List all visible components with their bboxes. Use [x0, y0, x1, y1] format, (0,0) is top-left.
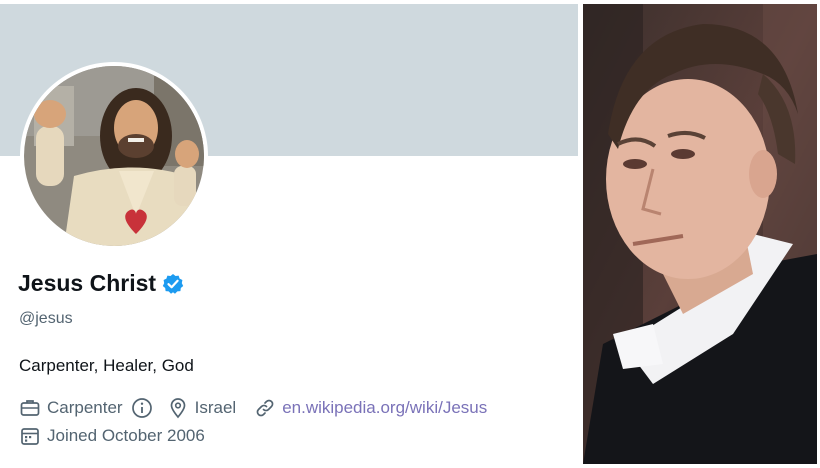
portrait-image	[583, 4, 817, 464]
occupation-item: Carpenter	[19, 397, 153, 419]
verified-badge-icon[interactable]	[162, 273, 184, 295]
website-link[interactable]: en.wikipedia.org/wiki/Jesus	[282, 398, 487, 418]
twitter-profile-panel: Jesus Christ @jesus Carpenter, Healer, G…	[0, 0, 581, 468]
info-icon[interactable]	[131, 397, 153, 419]
profile-bio: Carpenter, Healer, God	[19, 356, 194, 375]
occupation-label: Carpenter	[47, 398, 123, 417]
profile-meta-row: Carpenter Israel en.wikipedia.org/wiki/J…	[19, 397, 487, 419]
calendar-icon	[21, 428, 39, 445]
briefcase-icon	[20, 400, 40, 416]
link-icon	[256, 399, 274, 417]
website-item[interactable]: en.wikipedia.org/wiki/Jesus	[254, 397, 487, 419]
location-pin-icon	[170, 398, 185, 419]
name-row: Jesus Christ	[18, 270, 184, 297]
profile-handle: @jesus	[19, 310, 73, 327]
joined-item: Joined October 2006	[19, 425, 205, 447]
location-item: Israel	[167, 397, 237, 419]
joined-label: Joined October 2006	[47, 426, 205, 445]
display-name: Jesus Christ	[18, 270, 157, 296]
profile-avatar[interactable]	[20, 62, 208, 250]
portrait-photo	[583, 4, 817, 464]
avatar-image	[24, 66, 204, 246]
location-label: Israel	[194, 398, 237, 417]
joined-row: Joined October 2006	[19, 425, 223, 447]
